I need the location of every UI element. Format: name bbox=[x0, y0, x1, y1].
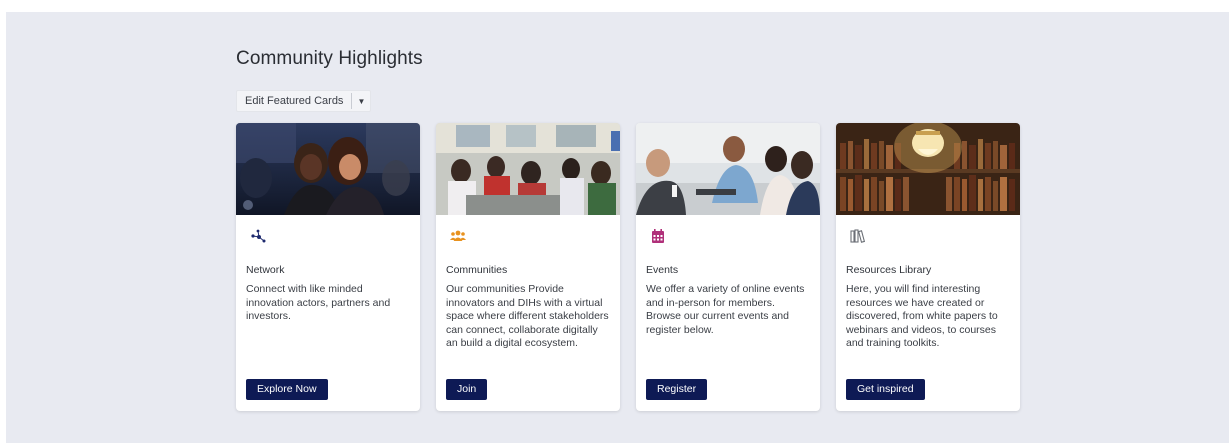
card-events: Events We offer a variety of online even… bbox=[636, 123, 820, 411]
books-icon bbox=[850, 229, 866, 243]
edit-featured-cards-control: Edit Featured Cards ▼ bbox=[236, 90, 372, 112]
card-title: Network bbox=[246, 264, 285, 276]
explore-now-button[interactable]: Explore Now bbox=[246, 379, 328, 400]
chevron-down-icon[interactable]: ▼ bbox=[352, 91, 370, 111]
card-description: Our communities Provide innovators and D… bbox=[446, 283, 609, 350]
users-icon bbox=[450, 229, 466, 243]
card-resources-library: Resources Library Here, you will find in… bbox=[836, 123, 1020, 411]
card-title: Resources Library bbox=[846, 264, 932, 276]
card-description: We offer a variety of online events and … bbox=[646, 283, 805, 336]
register-button[interactable]: Register bbox=[646, 379, 708, 400]
section-title: Community Highlights bbox=[236, 48, 423, 69]
network-icon bbox=[250, 229, 266, 243]
card-image bbox=[436, 123, 620, 215]
edit-featured-cards-button[interactable]: Edit Featured Cards bbox=[237, 91, 351, 111]
join-button[interactable]: Join bbox=[446, 379, 488, 400]
card-network: Network Connect with like minded innovat… bbox=[236, 123, 420, 411]
card-title: Communities bbox=[446, 264, 508, 276]
get-inspired-button[interactable]: Get inspired bbox=[846, 379, 925, 400]
card-description: Connect with like minded innovation acto… bbox=[246, 283, 391, 323]
calendar-icon bbox=[650, 229, 666, 243]
card-image bbox=[236, 123, 420, 215]
card-title: Events bbox=[646, 264, 679, 276]
card-image bbox=[636, 123, 820, 215]
card-communities: Communities Our communities Provide inno… bbox=[436, 123, 620, 411]
page-background: Community Highlights Edit Featured Cards… bbox=[6, 12, 1229, 443]
card-image bbox=[836, 123, 1020, 215]
card-description: Here, you will find interesting resource… bbox=[846, 283, 998, 350]
